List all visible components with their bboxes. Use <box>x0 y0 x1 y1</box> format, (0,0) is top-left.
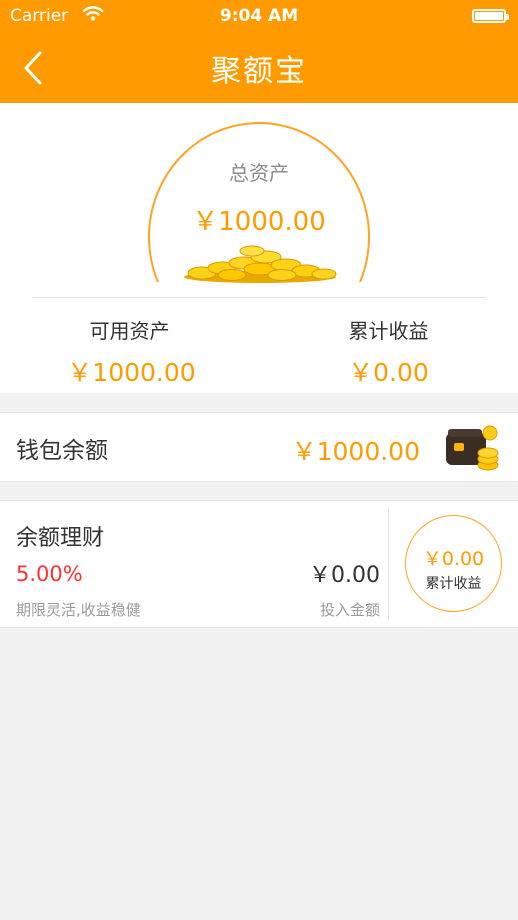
wallet-icon <box>446 425 499 471</box>
total-asset-label: 总资产 <box>229 161 289 185</box>
wallet-balance-value: ￥1000.00 <box>291 437 420 466</box>
gold-coins-icon <box>184 245 337 283</box>
finance-earnings-value: ￥0.00 <box>422 548 485 570</box>
cumulative-earnings-value: ￥0.00 <box>348 358 429 387</box>
invested-amount-label: 投入金额 <box>319 601 380 619</box>
available-asset-label: 可用资产 <box>89 319 170 343</box>
finance-title: 余额理财 <box>16 526 105 551</box>
finance-rate: 5.00% <box>16 562 83 586</box>
wallet-balance-row[interactable]: 钱包余额 ￥1000.00 <box>0 412 518 482</box>
wallet-balance-label: 钱包余额 <box>16 438 108 464</box>
asset-summary-card: 总资产 ￥1000.00 可用资产 ￥1000.00 累计收益 ￥0.00 <box>0 103 518 393</box>
invested-amount-value: ￥0.00 <box>309 563 380 588</box>
total-asset-value: ￥1000.00 <box>192 207 326 237</box>
summary-divider <box>32 297 486 298</box>
available-asset-value: ￥1000.00 <box>67 358 196 387</box>
balance-finance-card[interactable]: 余额理财 5.00% 期限灵活,收益稳健 ￥0.00 投入金额 ￥0.00 累计… <box>0 500 518 628</box>
clock: 9:04 AM <box>219 6 299 26</box>
finance-earnings-badge: ￥0.00 累计收益 <box>405 515 502 612</box>
finance-divider <box>388 509 389 621</box>
battery-icon <box>472 9 509 23</box>
finance-description: 期限灵活,收益稳健 <box>16 601 141 619</box>
page-title: 聚额宝 <box>211 54 307 89</box>
nav-header: Carrier 9:04 AM 聚额宝 <box>0 0 518 103</box>
status-bar: Carrier 9:04 AM <box>0 0 518 34</box>
finance-earnings-label: 累计收益 <box>425 576 482 592</box>
cumulative-earnings-label: 累计收益 <box>348 319 429 343</box>
